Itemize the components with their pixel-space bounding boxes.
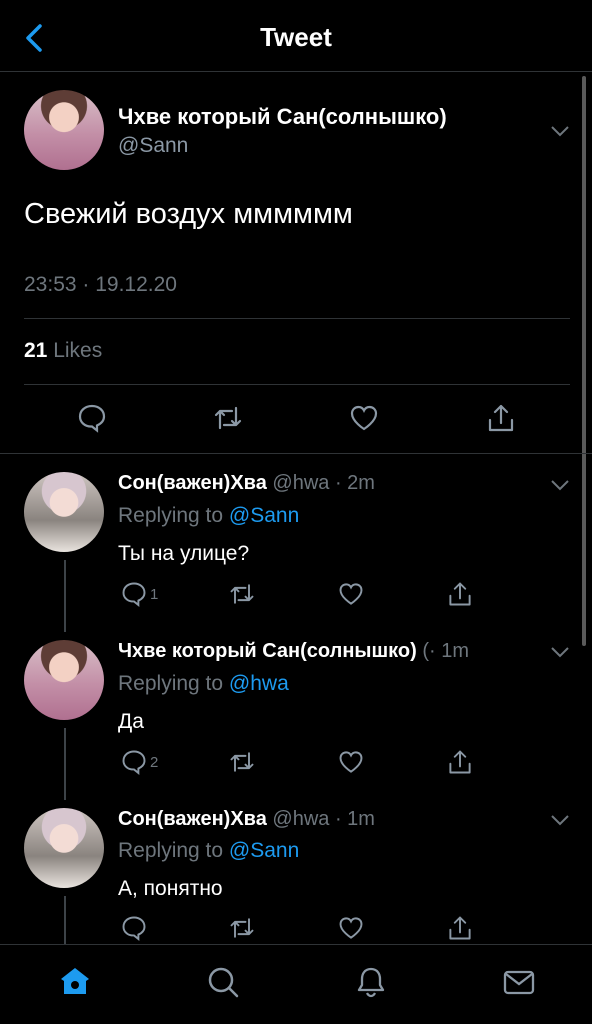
divider <box>24 384 570 385</box>
avatar[interactable] <box>24 640 104 720</box>
replying-to: Replying to @hwa <box>118 672 289 696</box>
notifications-icon[interactable] <box>354 965 388 999</box>
reply-meta: @hwa · 2m <box>272 472 375 494</box>
likes-label: Likes <box>53 339 103 362</box>
page-title: Tweet <box>260 22 332 52</box>
mention-link[interactable]: @Sann <box>229 839 299 862</box>
reply-meta: @hwa · 1m <box>272 808 375 830</box>
replying-label: Replying to <box>118 839 224 862</box>
like-icon[interactable] <box>348 402 380 434</box>
reply-author[interactable]: Чхве который Сан(солнышко) (· 1m <box>118 640 469 663</box>
replying-to: Replying to @Sann <box>118 839 299 863</box>
author-name[interactable]: Чхве который Сан(солнышко) <box>118 104 447 130</box>
like-icon[interactable] <box>337 914 365 942</box>
reply-text: А, понятно <box>118 877 223 900</box>
tweet-text: Свежий воздух мммммм <box>24 198 353 230</box>
chevron-down-icon[interactable] <box>550 124 570 138</box>
mention-link[interactable]: @Sann <box>229 504 299 527</box>
likes-count[interactable]: 21 Likes <box>24 339 102 363</box>
share-icon[interactable] <box>446 580 474 608</box>
avatar[interactable] <box>24 472 104 552</box>
avatar[interactable] <box>24 808 104 888</box>
reply-text: Ты на улице? <box>118 542 250 565</box>
retweet-icon[interactable] <box>228 580 256 608</box>
avatar[interactable] <box>24 90 104 170</box>
replying-label: Replying to <box>118 504 224 527</box>
tweet-timestamp: 23:53 · 19.12.20 <box>24 273 177 296</box>
like-icon[interactable] <box>337 580 365 608</box>
chevron-down-icon[interactable] <box>550 645 570 659</box>
chevron-down-icon[interactable] <box>550 813 570 827</box>
thread-line <box>64 560 66 632</box>
bottom-tab-bar <box>0 944 592 1024</box>
thread-line <box>64 728 66 800</box>
reply-author-name: Сон(важен)Хва <box>118 472 267 494</box>
retweet-icon[interactable] <box>228 914 256 942</box>
reply-count: 1 <box>150 586 159 603</box>
likes-number: 21 <box>24 339 48 362</box>
search-icon[interactable] <box>206 965 240 999</box>
reply-text: Да <box>118 710 144 733</box>
reply-icon[interactable] <box>76 402 108 434</box>
share-icon[interactable] <box>446 748 474 776</box>
reply-author-name: Чхве который Сан(солнышко) <box>118 640 417 662</box>
replying-label: Replying to <box>118 672 224 695</box>
replying-to: Replying to @Sann <box>118 504 299 528</box>
reply-author-name: Сон(важен)Хва <box>118 808 267 830</box>
top-bar: Tweet <box>0 0 592 72</box>
retweet-icon[interactable] <box>212 402 244 434</box>
thread-line <box>64 896 66 946</box>
chevron-down-icon[interactable] <box>550 478 570 492</box>
like-icon[interactable] <box>337 748 365 776</box>
share-icon[interactable] <box>485 402 517 434</box>
divider <box>0 453 592 454</box>
share-icon[interactable] <box>446 914 474 942</box>
reply-icon[interactable] <box>120 914 148 942</box>
scrollbar[interactable] <box>582 76 586 646</box>
home-icon[interactable] <box>58 965 92 999</box>
reply-icon[interactable] <box>120 748 148 776</box>
author-handle[interactable]: @Sann <box>118 134 188 158</box>
retweet-icon[interactable] <box>228 748 256 776</box>
reply-icon[interactable] <box>120 580 148 608</box>
reply-count: 2 <box>150 754 159 771</box>
reply-meta: (· 1m <box>422 640 470 662</box>
reply-author[interactable]: Сон(важен)Хва @hwa · 2m <box>118 472 375 495</box>
mention-link[interactable]: @hwa <box>229 672 289 695</box>
messages-icon[interactable] <box>502 965 536 999</box>
reply-author[interactable]: Сон(важен)Хва @hwa · 1m <box>118 808 375 831</box>
divider <box>24 318 570 319</box>
